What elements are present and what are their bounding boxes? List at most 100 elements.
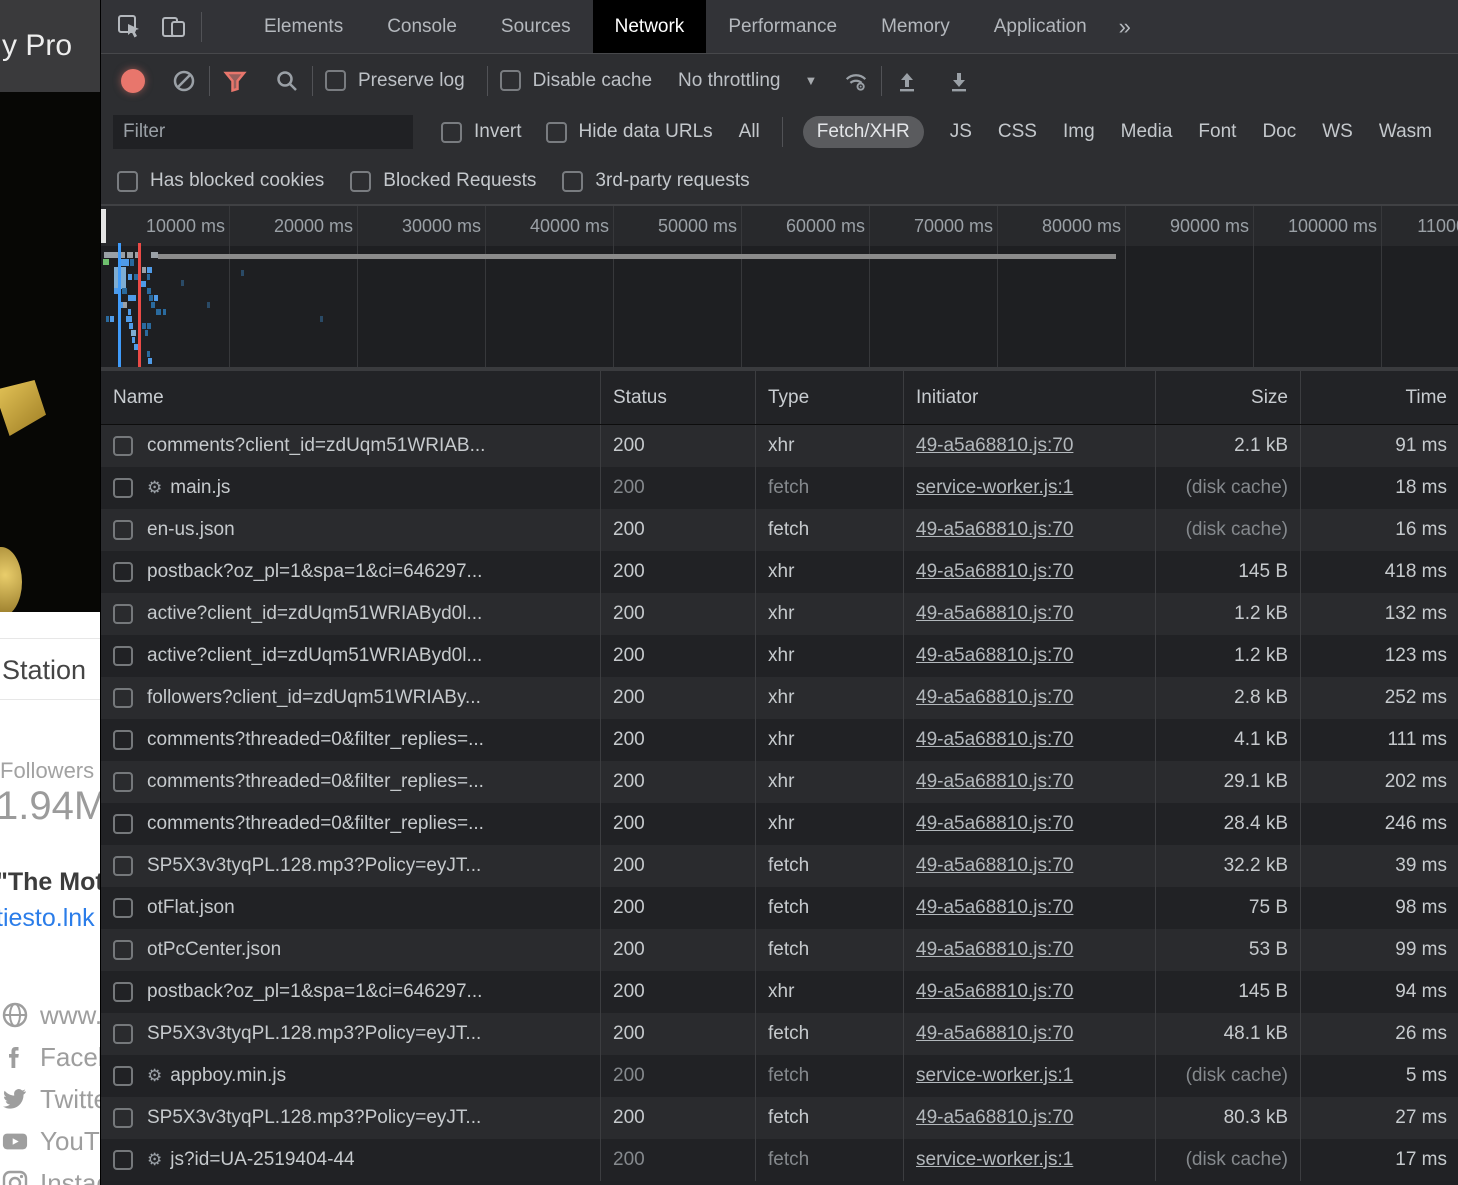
initiator-link[interactable]: 49-a5a68810.js:70 — [916, 771, 1073, 793]
row-checkbox[interactable] — [113, 1024, 133, 1044]
social-link-twitter[interactable]: Twitte — [2, 1078, 100, 1120]
invert-checkbox[interactable] — [441, 122, 462, 143]
type-filter-img[interactable]: Img — [1063, 121, 1095, 143]
type-filter-css[interactable]: CSS — [998, 121, 1037, 143]
station-tab[interactable]: Station — [0, 638, 100, 700]
record-icon[interactable] — [121, 69, 145, 93]
initiator-link[interactable]: 49-a5a68810.js:70 — [916, 519, 1073, 541]
table-row[interactable]: otFlat.json200fetch49-a5a68810.js:7075 B… — [101, 887, 1458, 929]
table-row[interactable]: active?client_id=zdUqm51WRIAByd0l...200x… — [101, 593, 1458, 635]
table-row[interactable]: comments?threaded=0&filter_replies=...20… — [101, 719, 1458, 761]
table-row[interactable]: postback?oz_pl=1&spa=1&ci=646297...200xh… — [101, 551, 1458, 593]
initiator-link[interactable]: 49-a5a68810.js:70 — [916, 981, 1073, 1003]
type-filter-font[interactable]: Font — [1198, 121, 1236, 143]
initiator-link[interactable]: 49-a5a68810.js:70 — [916, 729, 1073, 751]
table-row[interactable]: ⚙main.js200fetchservice-worker.js:1(disk… — [101, 467, 1458, 509]
tab-application[interactable]: Application — [972, 0, 1109, 53]
initiator-link[interactable]: 49-a5a68810.js:70 — [916, 813, 1073, 835]
blocked-requests-checkbox[interactable] — [350, 171, 371, 192]
filter-input[interactable] — [113, 115, 413, 149]
table-row[interactable]: SP5X3v3tyqPL.128.mp3?Policy=eyJT...200fe… — [101, 845, 1458, 887]
network-overview[interactable]: 10000 ms20000 ms30000 ms40000 ms50000 ms… — [101, 205, 1458, 368]
table-row[interactable]: active?client_id=zdUqm51WRIAByd0l...200x… — [101, 635, 1458, 677]
clear-icon[interactable] — [171, 68, 197, 94]
social-link-youtube[interactable]: YouTu — [2, 1120, 100, 1162]
table-row[interactable]: comments?threaded=0&filter_replies=...20… — [101, 761, 1458, 803]
row-checkbox[interactable] — [113, 814, 133, 834]
initiator-link[interactable]: 49-a5a68810.js:70 — [916, 435, 1073, 457]
row-checkbox[interactable] — [113, 478, 133, 498]
initiator-link[interactable]: 49-a5a68810.js:70 — [916, 1107, 1073, 1129]
initiator-link[interactable]: service-worker.js:1 — [916, 1149, 1073, 1171]
initiator-link[interactable]: 49-a5a68810.js:70 — [916, 855, 1073, 877]
row-checkbox[interactable] — [113, 940, 133, 960]
tab-sources[interactable]: Sources — [479, 0, 593, 53]
table-row[interactable]: postback?oz_pl=1&spa=1&ci=646297...200xh… — [101, 971, 1458, 1013]
table-row[interactable]: comments?client_id=zdUqm51WRIAB...200xhr… — [101, 425, 1458, 467]
tab-console[interactable]: Console — [365, 0, 479, 53]
row-checkbox[interactable] — [113, 730, 133, 750]
network-conditions-icon[interactable] — [843, 68, 869, 94]
type-filter-doc[interactable]: Doc — [1262, 121, 1296, 143]
table-row[interactable]: ⚙js?id=UA-2519404-44200fetchservice-work… — [101, 1139, 1458, 1181]
table-row[interactable]: SP5X3v3tyqPL.128.mp3?Policy=eyJT...200fe… — [101, 1097, 1458, 1139]
table-row[interactable]: followers?client_id=zdUqm51WRIABy...200x… — [101, 677, 1458, 719]
social-link-facebook[interactable]: Faceb — [2, 1036, 100, 1078]
tab-memory[interactable]: Memory — [859, 0, 972, 53]
row-checkbox[interactable] — [113, 562, 133, 582]
table-row[interactable]: comments?threaded=0&filter_replies=...20… — [101, 803, 1458, 845]
has-blocked-cookies-checkbox[interactable] — [117, 171, 138, 192]
row-checkbox[interactable] — [113, 898, 133, 918]
type-filter-media[interactable]: Media — [1121, 121, 1173, 143]
row-checkbox[interactable] — [113, 520, 133, 540]
type-filter-all[interactable]: All — [739, 121, 760, 143]
social-link-globe[interactable]: www. — [2, 994, 100, 1036]
bio-link[interactable]: tiesto.lnk — [0, 904, 95, 933]
initiator-link[interactable]: 49-a5a68810.js:70 — [916, 561, 1073, 583]
import-har-icon[interactable] — [894, 68, 920, 94]
row-checkbox[interactable] — [113, 1066, 133, 1086]
type-filter-js[interactable]: JS — [950, 121, 972, 143]
table-row[interactable]: ⚙appboy.min.js200fetchservice-worker.js:… — [101, 1055, 1458, 1097]
preserve-log-checkbox[interactable] — [325, 70, 346, 91]
row-checkbox[interactable] — [113, 1150, 133, 1170]
tab-elements[interactable]: Elements — [242, 0, 365, 53]
row-checkbox[interactable] — [113, 688, 133, 708]
row-checkbox[interactable] — [113, 772, 133, 792]
initiator-link[interactable]: 49-a5a68810.js:70 — [916, 897, 1073, 919]
row-checkbox[interactable] — [113, 604, 133, 624]
device-toolbar-icon[interactable] — [159, 12, 189, 42]
3rd-party-requests-checkbox[interactable] — [562, 171, 583, 192]
inspect-element-icon[interactable] — [115, 12, 145, 42]
export-har-icon[interactable] — [946, 68, 972, 94]
column-header-time[interactable]: Time — [1301, 371, 1458, 424]
throttling-select[interactable]: No throttling — [678, 70, 780, 92]
initiator-link[interactable]: 49-a5a68810.js:70 — [916, 645, 1073, 667]
type-filter-fetchxhr[interactable]: Fetch/XHR — [803, 116, 924, 148]
tab-network[interactable]: Network — [593, 0, 707, 53]
type-filter-wasm[interactable]: Wasm — [1379, 121, 1432, 143]
column-header-name[interactable]: Name — [101, 371, 601, 424]
initiator-link[interactable]: 49-a5a68810.js:70 — [916, 1023, 1073, 1045]
more-tabs-icon[interactable]: » — [1109, 14, 1141, 40]
initiator-link[interactable]: service-worker.js:1 — [916, 477, 1073, 499]
social-link-instagram[interactable]: Instag — [2, 1162, 100, 1185]
overview-handle[interactable] — [101, 209, 106, 243]
row-checkbox[interactable] — [113, 856, 133, 876]
tab-performance[interactable]: Performance — [706, 0, 859, 53]
chevron-down-icon[interactable]: ▼ — [804, 73, 817, 88]
search-icon[interactable] — [274, 68, 300, 94]
column-header-initiator[interactable]: Initiator — [904, 371, 1156, 424]
column-header-status[interactable]: Status — [601, 371, 756, 424]
initiator-link[interactable]: 49-a5a68810.js:70 — [916, 687, 1073, 709]
type-filter-ws[interactable]: WS — [1322, 121, 1353, 143]
row-checkbox[interactable] — [113, 436, 133, 456]
filter-icon[interactable] — [222, 68, 248, 94]
row-checkbox[interactable] — [113, 646, 133, 666]
column-header-size[interactable]: Size — [1156, 371, 1301, 424]
row-checkbox[interactable] — [113, 982, 133, 1002]
disable-cache-checkbox[interactable] — [500, 70, 521, 91]
initiator-link[interactable]: 49-a5a68810.js:70 — [916, 603, 1073, 625]
hide-data-urls-checkbox[interactable] — [546, 122, 567, 143]
table-row[interactable]: en-us.json200fetch49-a5a68810.js:70(disk… — [101, 509, 1458, 551]
